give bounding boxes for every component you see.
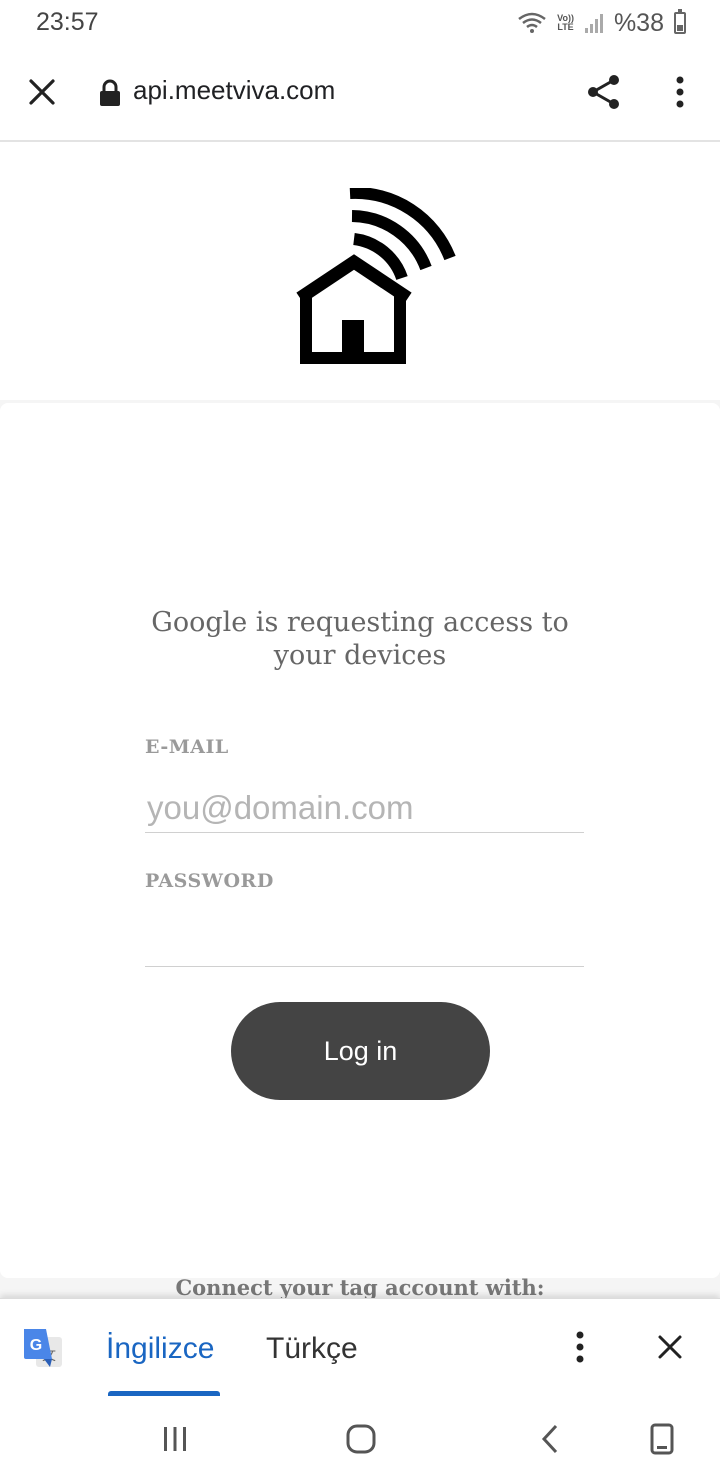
web-page: Google is requesting access to your devi… [0,142,720,1298]
status-time: 23:57 [36,8,99,36]
translate-bar: 文 G İngilizce Türkçe [0,1298,720,1398]
url-bar[interactable]: api.meetviva.com [133,75,335,106]
svg-text:G: G [30,1337,42,1354]
share-icon[interactable] [580,68,628,116]
request-line-1: Google is requesting access to [151,607,569,638]
password-field[interactable] [145,917,584,967]
rotate-icon[interactable] [642,1419,682,1459]
browser-toolbar: api.meetviva.com [0,44,720,142]
wifi-icon [518,12,546,33]
active-tab-indicator [108,1391,220,1396]
smart-home-wifi-icon [296,188,456,364]
login-button[interactable]: Log in [231,1002,490,1100]
signal-icon [584,14,603,33]
email-field[interactable] [145,783,584,833]
close-icon[interactable] [18,68,66,116]
more-vert-icon[interactable] [656,68,704,116]
password-label: PASSWORD [145,870,274,892]
home-icon[interactable] [341,1419,381,1459]
request-line-2: your devices [273,640,447,671]
email-label: E-MAIL [145,736,229,758]
close-icon[interactable] [648,1325,692,1369]
battery-percent: %38 [613,8,664,37]
volte-icon: Vo)) LTE [557,13,574,32]
access-request-text: Google is requesting access to your devi… [0,606,720,672]
language-tab-turkish[interactable]: Türkçe [266,1332,358,1366]
battery-fill [677,25,683,31]
connect-account-text: Connect your tag account with: [175,1275,545,1298]
status-bar: 23:57 Vo)) LTE %38 [0,0,720,44]
back-icon[interactable] [530,1419,570,1459]
lock-icon [100,79,120,106]
more-vert-icon[interactable] [558,1325,602,1369]
language-tab-english[interactable]: İngilizce [106,1332,214,1366]
google-translate-icon[interactable]: 文 G [22,1327,64,1369]
system-nav-bar [0,1397,720,1480]
recent-apps-icon[interactable] [155,1419,195,1459]
battery-icon [674,9,686,34]
login-card: Google is requesting access to your devi… [0,403,720,1278]
logo-area [0,142,720,400]
status-icons: Vo)) LTE %38 [517,8,686,38]
